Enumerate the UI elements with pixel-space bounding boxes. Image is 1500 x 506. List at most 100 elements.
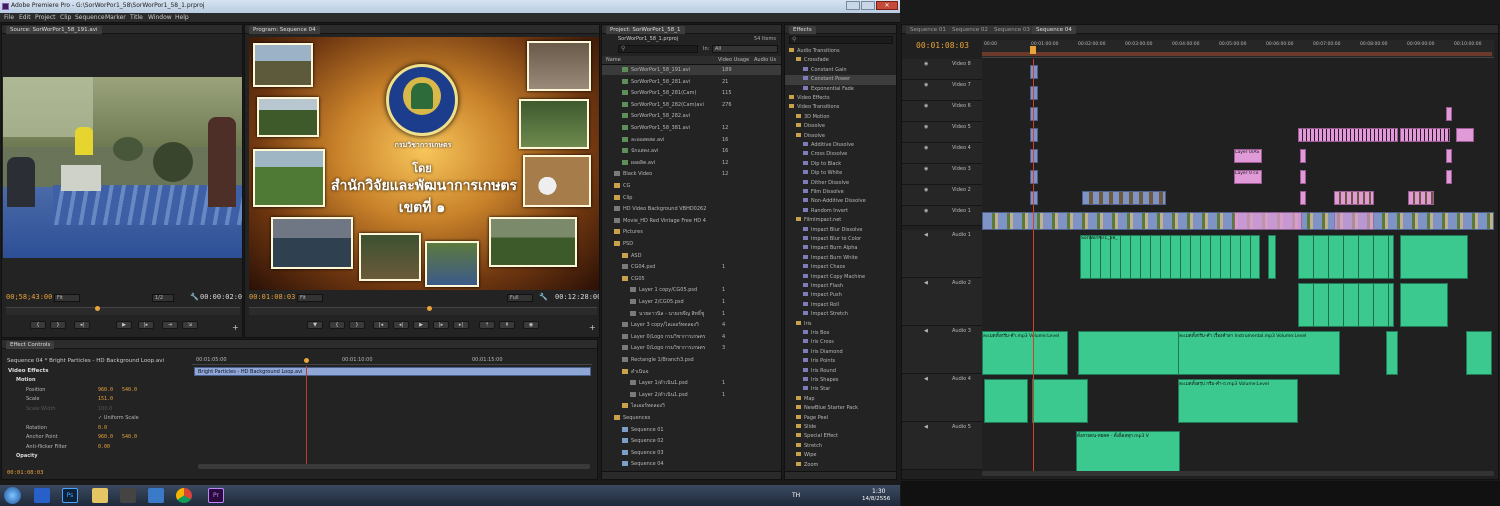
effect-item[interactable]: Impact Burn White [785, 254, 896, 263]
tab-sequence-03[interactable]: Sequence 03 [990, 26, 1034, 34]
timeline-ruler[interactable]: 00:00 00:01:00:00 00:02:00:00 00:03:00:00 00… [982, 40, 1494, 58]
tab-project[interactable]: Project: SorWorPor1_58_1 [606, 26, 685, 34]
step-forward-button[interactable]: |▸ [138, 321, 154, 329]
mark-in-button[interactable]: { [30, 321, 46, 329]
timeline-clip[interactable] [1446, 149, 1452, 163]
timeline-clip[interactable] [1030, 86, 1038, 100]
video-track-header[interactable]: ◉ Video 6 [902, 101, 982, 122]
timeline-clip[interactable] [1078, 331, 1192, 375]
video-track-header[interactable]: ◉ Video 8 [902, 59, 982, 80]
effect-item[interactable]: Iris Round [785, 367, 896, 376]
insert-button[interactable]: ⇥ [162, 321, 178, 329]
project-item[interactable]: Clip [602, 193, 781, 203]
ec-row-position[interactable]: Position 960.0 540.0 [2, 386, 192, 395]
audio-track-header[interactable]: ◀ Audio 3 [902, 326, 982, 374]
timeline-clip[interactable]: Layer 0 co [1234, 170, 1262, 184]
project-item[interactable]: Layer 2/ดำเนิน1.psd 1 [602, 390, 781, 400]
timeline-clip[interactable] [1030, 191, 1038, 205]
timeline-clip[interactable] [1400, 235, 1468, 279]
eye-icon[interactable]: ◉ [924, 124, 928, 130]
playhead-marker[interactable] [95, 306, 100, 311]
ec-row-uniform-scale[interactable]: ✓ Uniform Scale [2, 414, 192, 423]
project-item[interactable]: SorWorPor1_58_281.avi 21 [602, 77, 781, 87]
eye-icon[interactable]: ◉ [924, 145, 928, 151]
timeline-clip[interactable] [1298, 283, 1394, 327]
project-item[interactable]: Sequence 01 [602, 425, 781, 435]
timeline-clip[interactable] [1400, 128, 1450, 142]
clock-date[interactable]: 14/8/2556 [862, 496, 890, 502]
extract-button[interactable]: ⇞ [499, 321, 515, 329]
play-button[interactable]: ▶ [116, 321, 132, 329]
project-item[interactable]: CG05 [602, 274, 781, 284]
speaker-icon[interactable]: ◀ [924, 376, 928, 382]
app-taskbar-icon[interactable] [34, 488, 50, 503]
source-timecode-in[interactable]: 00;58;43:00 [6, 293, 52, 301]
ec-row-rotation[interactable]: Rotation 0.0 [2, 424, 192, 433]
effect-item[interactable]: NewBlue Starter Pack [785, 404, 896, 413]
timeline-clip[interactable] [1300, 149, 1306, 163]
project-item[interactable]: ดำเนินจ [602, 367, 781, 377]
menu-file[interactable]: File [4, 14, 14, 21]
lift-button[interactable]: ⇡ [479, 321, 495, 329]
effect-item[interactable]: Impact Copy Machine [785, 273, 896, 282]
tab-source[interactable]: Source: SorWorPor1_58_191.avi [6, 26, 102, 34]
step-forward-button[interactable]: |▸ [433, 321, 449, 329]
project-item[interactable]: Sequence 02 [602, 436, 781, 446]
effect-item[interactable]: Non-Additive Dissolve [785, 197, 896, 206]
effect-item[interactable]: Impact Blur to Color [785, 235, 896, 244]
effect-item[interactable]: Audio Transitions [785, 47, 896, 56]
tab-program[interactable]: Program: Sequence 04 [249, 26, 320, 34]
timeline-clip[interactable] [1456, 128, 1474, 142]
wrench-icon[interactable]: 🔧 [539, 293, 548, 301]
video-track-header[interactable]: ◉ Video 2 [902, 185, 982, 206]
project-item[interactable]: Sequences [602, 413, 781, 423]
effect-item[interactable]: Map [785, 395, 896, 404]
export-frame-button[interactable]: ◉ [523, 321, 539, 329]
playhead-marker[interactable] [1030, 46, 1036, 54]
mark-out-button[interactable]: } [349, 321, 365, 329]
effect-item[interactable]: Iris Star [785, 385, 896, 394]
audio-track-header[interactable]: ◀ Audio 1 [902, 230, 982, 278]
timeline-clip[interactable] [1298, 235, 1394, 279]
timeline-clip[interactable]: SorWorPor1_58_ [1080, 235, 1260, 279]
effect-item[interactable]: Dip to White [785, 169, 896, 178]
playhead-marker[interactable] [427, 306, 432, 311]
speaker-icon[interactable]: ◀ [924, 232, 928, 238]
video-track-header[interactable]: ◉ Video 5 [902, 122, 982, 143]
effect-item[interactable]: Impact Chaos [785, 263, 896, 272]
start-button[interactable] [4, 487, 21, 504]
wrench-icon[interactable]: 🔧 [190, 293, 199, 301]
timeline-clip[interactable] [1446, 170, 1452, 184]
speaker-icon[interactable]: ◀ [924, 328, 928, 334]
column-name[interactable]: Name [606, 57, 621, 63]
effect-item[interactable]: Video Effects [785, 94, 896, 103]
timeline-clip[interactable] [1030, 65, 1038, 79]
timeline-scrollbar[interactable] [982, 471, 1494, 476]
effect-item[interactable]: Iris [785, 320, 896, 329]
clock-time[interactable]: 1:30 [872, 488, 885, 495]
project-item[interactable]: SorWorPor1_58_381.avi 12 [602, 123, 781, 133]
audio-track-header[interactable]: ◀ Audio 5 [902, 422, 982, 470]
effect-item[interactable]: Crossfade [785, 56, 896, 65]
effect-item[interactable]: Dip to Black [785, 160, 896, 169]
menu-help[interactable]: Help [175, 14, 189, 21]
effect-item[interactable]: Iris Cross [785, 338, 896, 347]
program-fit-select[interactable]: Fit [297, 294, 323, 302]
project-item[interactable]: CG [602, 181, 781, 191]
tab-sequence-01[interactable]: Sequence 01 [906, 26, 950, 34]
project-item[interactable]: Layer 1 copy/CG05.psd 1 [602, 285, 781, 295]
project-item[interactable]: HD Video Background VBHD0262 [602, 204, 781, 214]
effect-item[interactable]: Impact Blur Dissolve [785, 226, 896, 235]
timeline-clip[interactable] [1300, 170, 1306, 184]
project-item[interactable]: Layer 0/Logo กรมวิชาการเกษตร 4 [602, 332, 781, 342]
go-to-in-button[interactable]: |◂ [373, 321, 389, 329]
project-item[interactable]: Pictures [602, 227, 781, 237]
mark-in-button[interactable]: { [329, 321, 345, 329]
effect-item[interactable]: Impact Burn Alpha [785, 244, 896, 253]
chrome-icon[interactable] [176, 488, 192, 503]
column-audio-usage[interactable]: Audio Us [754, 57, 776, 63]
video-track-header[interactable]: ◉ Video 4 [902, 143, 982, 164]
video-track-header[interactable]: ◉ Video 1 [902, 206, 982, 226]
menu-edit[interactable]: Edit [19, 14, 31, 21]
ec-row-opacity[interactable]: Opacity [2, 452, 192, 461]
